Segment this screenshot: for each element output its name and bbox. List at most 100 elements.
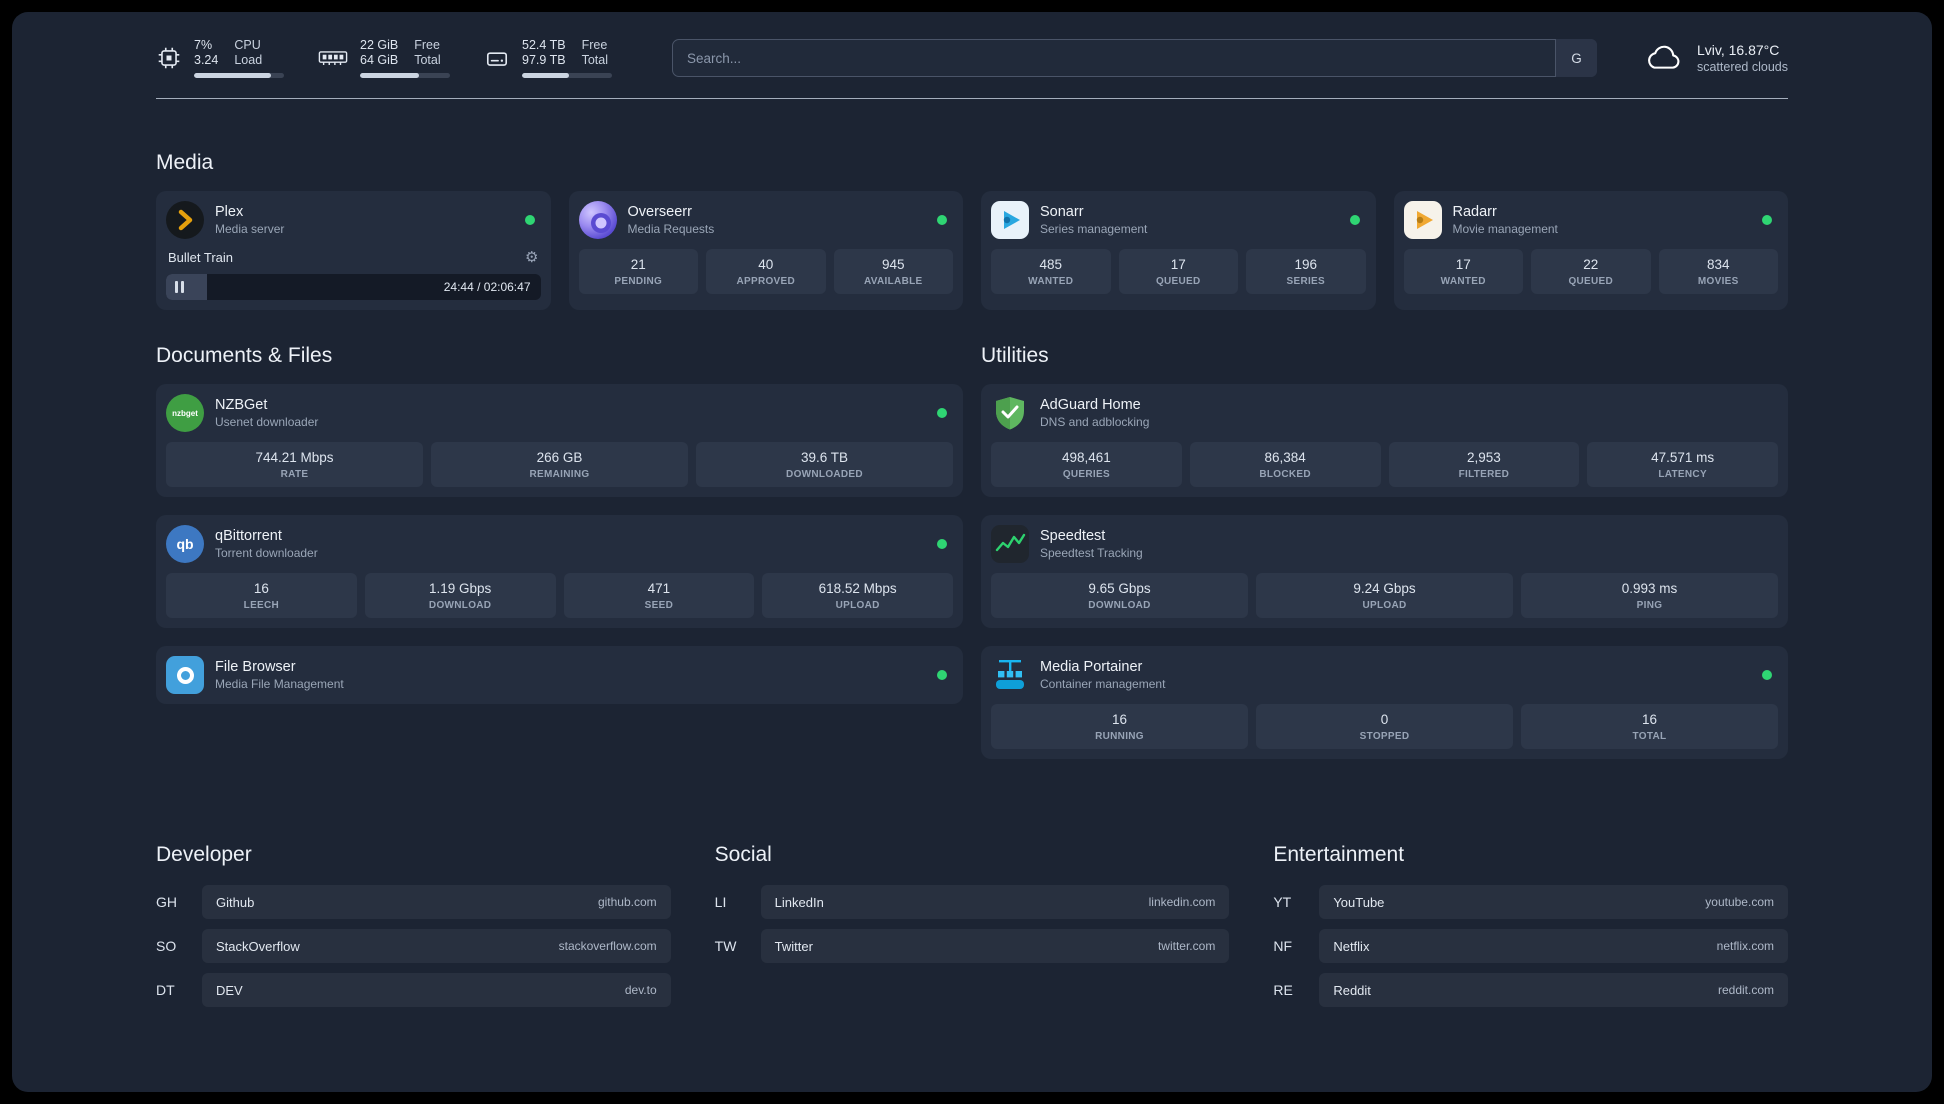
weather-condition: scattered clouds [1696, 59, 1788, 74]
cpu-load-label: Load [234, 53, 263, 67]
stat-latency: 47.571 ms LATENCY [1587, 442, 1778, 487]
disk-free-label: Free [581, 38, 608, 52]
service-name: Radarr [1452, 204, 1497, 220]
now-playing-title: Bullet Train [168, 249, 234, 265]
playback-progress-bar[interactable]: 24:44 / 02:06:47 [166, 274, 541, 300]
stat-stopped: 0 STOPPED [1256, 704, 1513, 749]
section-title-documents: Documents & Files [156, 344, 333, 367]
stat-download: 9.65 Gbps DOWNLOAD [991, 573, 1248, 618]
bookmark-group-title: Entertainment [1273, 843, 1405, 866]
media-group: Plex Media server Bullet Train ⚙ 24:44 /… [156, 191, 1788, 310]
memory-progress-bar [360, 73, 450, 78]
service-card-filebrowser[interactable]: File Browser Media File Management [156, 646, 963, 704]
stat-ping: 0.993 ms PING [1521, 573, 1778, 618]
stat-remaining: 266 GB REMAINING [431, 442, 688, 487]
memory-total-value: 64 GiB [360, 53, 399, 67]
bookmark-youtube[interactable]: YT YouTube youtube.com [1273, 885, 1788, 919]
cloud-icon [1643, 43, 1685, 73]
bookmarks-section: Developer GH Github github.com SO StackO… [156, 843, 1788, 1057]
cpu-icon [156, 45, 182, 71]
disk-total-value: 97.9 TB [522, 53, 566, 67]
weather-location: Lviv, 16.87°C [1696, 41, 1780, 58]
disk-total-label: Total [581, 53, 608, 67]
section-title-media: Media [156, 151, 214, 174]
service-card-adguard[interactable]: AdGuard Home DNS and adblocking 498,461 … [981, 384, 1788, 497]
bookmark-linkedin[interactable]: LI LinkedIn linkedin.com [715, 885, 1230, 919]
service-name: Media Portainer [1040, 659, 1143, 675]
bookmark-stackoverflow[interactable]: SO StackOverflow stackoverflow.com [156, 929, 671, 963]
stat-seed: 471 SEED [563, 573, 755, 618]
radarr-icon [1403, 201, 1442, 239]
service-card-nzbget[interactable]: nzbget NZBGet Usenet downloader 744.21 M… [156, 384, 963, 497]
stat-approved: 40 APPROVED [706, 249, 826, 294]
service-description: DNS and adblocking [1040, 415, 1150, 429]
service-card-radarr[interactable]: Radarr Movie management 17 WANTED 22 QUE… [1393, 191, 1788, 310]
service-card-qbittorrent[interactable]: qb qBittorrent Torrent downloader 16 LEE… [156, 515, 963, 628]
top-bar: 7% 3.24 CPU Load 22 GiB 64 GiB Free Tota… [156, 12, 1788, 78]
bookmark-github[interactable]: GH Github github.com [156, 885, 671, 919]
service-name: Plex [215, 204, 244, 220]
stat-download: 1.19 Gbps DOWNLOAD [364, 573, 556, 618]
search-provider-button[interactable]: G [1554, 39, 1597, 77]
service-description: Speedtest Tracking [1040, 546, 1143, 560]
stat-running: 16 RUNNING [991, 704, 1248, 749]
cpu-progress-bar [194, 73, 284, 78]
bookmark-dev[interactable]: DT DEV dev.to [156, 973, 671, 1007]
sonarr-icon [991, 201, 1029, 239]
bookmark-twitter[interactable]: TW Twitter twitter.com [715, 929, 1230, 963]
service-name: Overseerr [627, 204, 692, 220]
nzbget-icon: nzbget [166, 394, 204, 432]
service-card-speedtest[interactable]: Speedtest Speedtest Tracking 9.65 Gbps D… [981, 515, 1788, 628]
service-description: Torrent downloader [215, 546, 318, 560]
stat-blocked: 86,384 BLOCKED [1189, 442, 1381, 487]
service-card-portainer[interactable]: Media Portainer Container management 16 … [981, 646, 1788, 759]
speedtest-icon [991, 525, 1029, 563]
documents-group: Documents & Files nzbget NZBGet Usenet d… [156, 310, 963, 722]
status-dot [937, 215, 947, 225]
topbar-divider [156, 98, 1788, 99]
disk-icon [484, 45, 510, 71]
search-input[interactable] [672, 39, 1597, 77]
bookmark-reddit[interactable]: RE Reddit reddit.com [1273, 973, 1788, 1007]
service-name: Sonarr [1040, 204, 1084, 220]
bookmark-group-entertainment: Entertainment YT YouTube youtube.com NF … [1273, 843, 1788, 1017]
service-name: qBittorrent [215, 528, 282, 544]
portainer-icon [991, 656, 1029, 694]
gear-icon[interactable]: ⚙ [525, 248, 538, 266]
search-bar: G [672, 39, 1597, 77]
utilities-group: Utilities AdGuard Home DNS and adblockin… [981, 310, 1788, 777]
bookmark-netflix[interactable]: NF Netflix netflix.com [1273, 929, 1788, 963]
weather-widget[interactable]: Lviv, 16.87°C scattered clouds [1643, 41, 1788, 76]
stat-wanted: 17 WANTED [1403, 249, 1523, 294]
status-dot [937, 408, 947, 418]
memory-free-value: 22 GiB [360, 38, 399, 52]
disk-progress-bar [522, 73, 612, 78]
memory-total-label: Total [414, 53, 441, 67]
playback-time: 24:44 / 02:06:47 [443, 280, 531, 294]
memory-icon [318, 47, 348, 69]
service-card-plex[interactable]: Plex Media server Bullet Train ⚙ 24:44 /… [156, 191, 551, 310]
stat-available: 945 AVAILABLE [833, 249, 953, 294]
service-name: AdGuard Home [1040, 397, 1141, 413]
bookmark-group-developer: Developer GH Github github.com SO StackO… [156, 843, 671, 1017]
service-description: Media server [215, 222, 285, 236]
qbittorrent-icon: qb [166, 525, 204, 563]
service-card-overseerr[interactable]: Overseerr Media Requests 21 PENDING 40 A… [568, 191, 963, 310]
service-description: Series management [1040, 222, 1148, 236]
service-card-sonarr[interactable]: Sonarr Series management 485 WANTED 17 Q… [981, 191, 1376, 310]
cpu-label: CPU [234, 38, 261, 52]
bookmark-group-title: Social [714, 843, 772, 866]
status-dot [1349, 215, 1360, 225]
pause-icon[interactable] [175, 281, 184, 293]
status-dot [1762, 215, 1772, 225]
overseerr-icon [578, 201, 617, 239]
stat-queued: 22 QUEUED [1531, 249, 1651, 294]
status-dot [1762, 670, 1772, 680]
service-name: Speedtest [1040, 528, 1106, 544]
stat-queued: 17 QUEUED [1118, 249, 1238, 294]
disk-free-value: 52.4 TB [522, 38, 566, 52]
service-description: Usenet downloader [215, 415, 319, 429]
section-title-utilities: Utilities [981, 344, 1049, 367]
bookmark-group-title: Developer [156, 843, 252, 866]
service-name: NZBGet [215, 397, 268, 413]
